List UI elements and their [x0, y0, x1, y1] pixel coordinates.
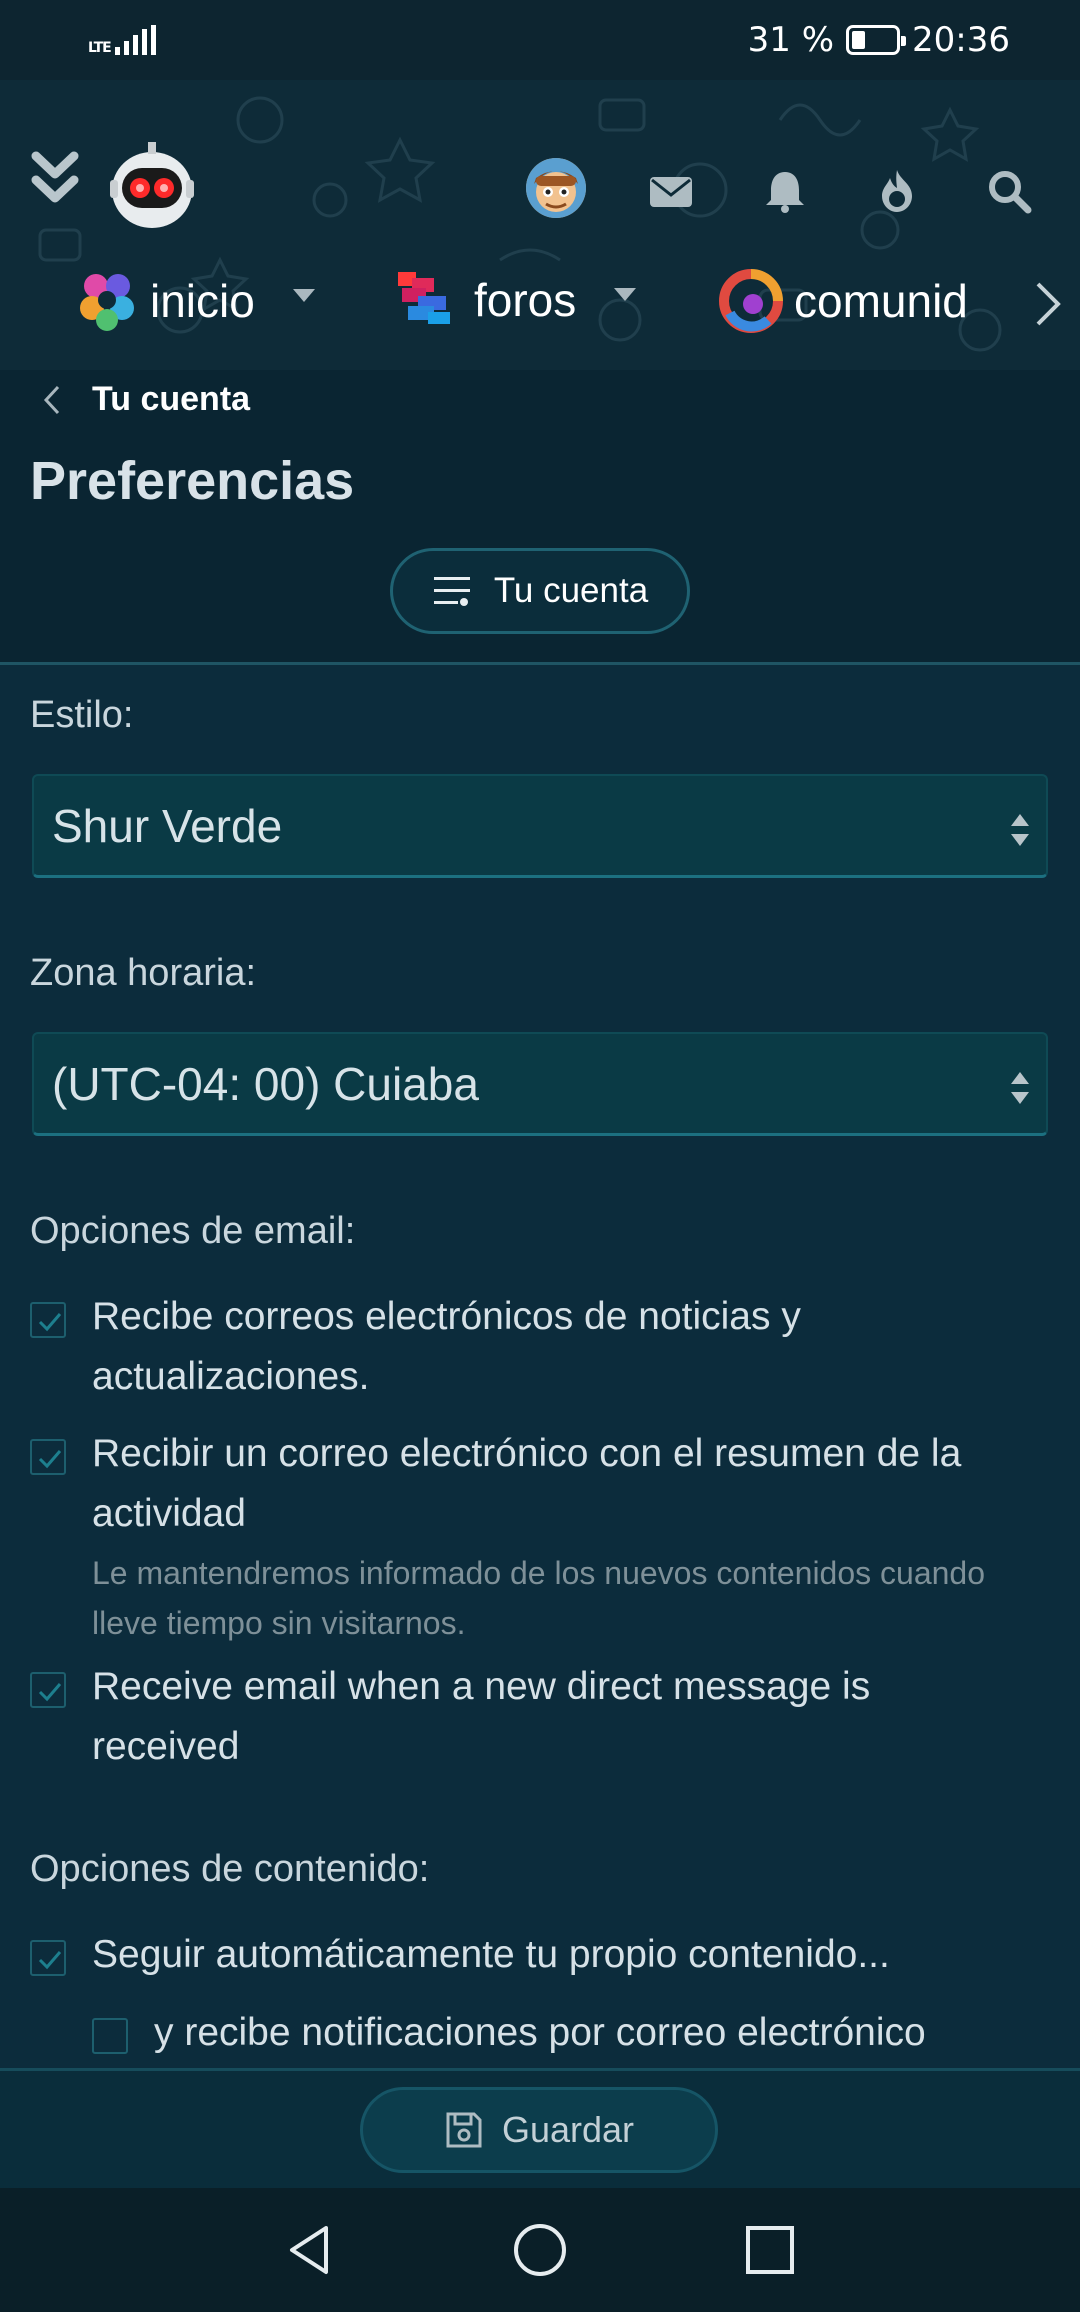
chevron-down-icon[interactable] — [614, 287, 637, 301]
network-type: LTE — [88, 40, 112, 56]
checkbox-summary[interactable] — [30, 1439, 66, 1475]
foros-icon — [398, 272, 450, 324]
style-label: Estilo: — [30, 694, 134, 736]
bell-icon[interactable] — [762, 168, 808, 214]
checkbox-hint: Le mantendremos informado de los nuevos … — [92, 1555, 986, 1641]
mail-icon[interactable] — [648, 168, 694, 214]
nav-item-foros[interactable]: foros — [394, 268, 637, 332]
home-icon[interactable] — [510, 2220, 570, 2280]
nav-item-inicio[interactable]: inicio — [74, 268, 315, 334]
fire-icon[interactable] — [874, 168, 920, 214]
timezone-select[interactable]: (UTC-04: 00) Cuiaba — [32, 1032, 1048, 1136]
timezone-label: Zona horaria: — [30, 952, 257, 994]
site-header: inicio foros comunid — [0, 80, 1080, 370]
checkbox-label: y recibe notificaciones por correo elect… — [154, 2011, 926, 2054]
search-icon[interactable] — [986, 168, 1032, 214]
checkbox-label: Receive email when a new direct message … — [92, 1665, 871, 1768]
comunidad-icon — [719, 269, 783, 333]
inicio-icon — [80, 274, 134, 331]
collapse-icon[interactable] — [30, 150, 80, 206]
system-nav-bar — [0, 2188, 1080, 2312]
email-option-news: Recibe correos electrónicos de noticias … — [30, 1295, 1060, 1407]
checkbox-email-notify[interactable] — [92, 2018, 128, 2054]
breadcrumb[interactable]: Tu cuenta — [42, 380, 250, 419]
status-bar: LTE 31 % 20:36 — [0, 0, 1080, 80]
content-option-email-notify: y recibe notificaciones por correo elect… — [92, 2011, 1080, 2063]
breadcrumb-link[interactable]: Tu cuenta — [92, 380, 250, 419]
save-button[interactable]: Guardar — [360, 2087, 718, 2173]
save-button-label: Guardar — [501, 2109, 635, 2150]
avatar[interactable] — [526, 158, 586, 218]
page-header: Tu cuenta Preferencias Tu cuenta — [0, 370, 1080, 665]
page-title: Preferencias — [30, 451, 355, 511]
nav-label-comunidad: comunid — [794, 275, 968, 327]
timezone-select-value: (UTC-04: 00) Cuiaba — [52, 1057, 479, 1110]
checkbox-label: Seguir automáticamente tu propio conteni… — [92, 1933, 890, 1976]
signal-bars-icon — [114, 25, 156, 55]
select-arrows-icon — [1011, 1072, 1029, 1104]
save-bar: Guardar — [0, 2068, 1080, 2188]
checkbox-label: Recibe correos electrónicos de noticias … — [92, 1295, 801, 1398]
select-arrows-icon — [1011, 814, 1029, 846]
account-menu-label: Tu cuenta — [493, 571, 649, 610]
battery-percent: 31 % — [747, 20, 835, 60]
chevron-left-icon[interactable] — [42, 383, 62, 417]
menu-icon — [433, 577, 470, 606]
checkbox-follow[interactable] — [30, 1940, 66, 1976]
nav-label-inicio: inicio — [150, 275, 255, 327]
chevron-down-icon[interactable] — [292, 288, 315, 302]
main-nav: inicio foros comunid — [0, 240, 1080, 360]
account-menu-button[interactable]: Tu cuenta — [390, 548, 690, 634]
signal-indicator: LTE — [88, 25, 156, 55]
clock: 20:36 — [912, 20, 1010, 60]
style-select[interactable]: Shur Verde — [32, 774, 1048, 878]
save-icon — [446, 2112, 482, 2148]
nav-item-comunidad[interactable]: comunid — [718, 268, 968, 334]
back-icon[interactable] — [280, 2220, 340, 2280]
email-options-heading: Opciones de email: — [30, 1210, 356, 1252]
email-option-direct-message: Receive email when a new direct message … — [30, 1665, 1060, 1777]
recents-icon[interactable] — [740, 2220, 800, 2280]
battery-icon — [846, 25, 907, 55]
email-option-summary: Recibir un correo electrónico con el res… — [30, 1432, 1060, 1648]
checkbox-label: Recibir un correo electrónico con el res… — [92, 1432, 962, 1535]
content-options-heading: Opciones de contenido: — [30, 1848, 430, 1890]
checkbox-direct-message[interactable] — [30, 1672, 66, 1708]
content-option-follow: Seguir automáticamente tu propio conteni… — [30, 1933, 1060, 1985]
checkbox-news[interactable] — [30, 1302, 66, 1338]
style-select-value: Shur Verde — [52, 799, 283, 852]
robot-logo-icon[interactable] — [104, 138, 200, 234]
chevron-right-icon[interactable] — [1028, 274, 1068, 334]
nav-label-foros: foros — [474, 274, 577, 326]
